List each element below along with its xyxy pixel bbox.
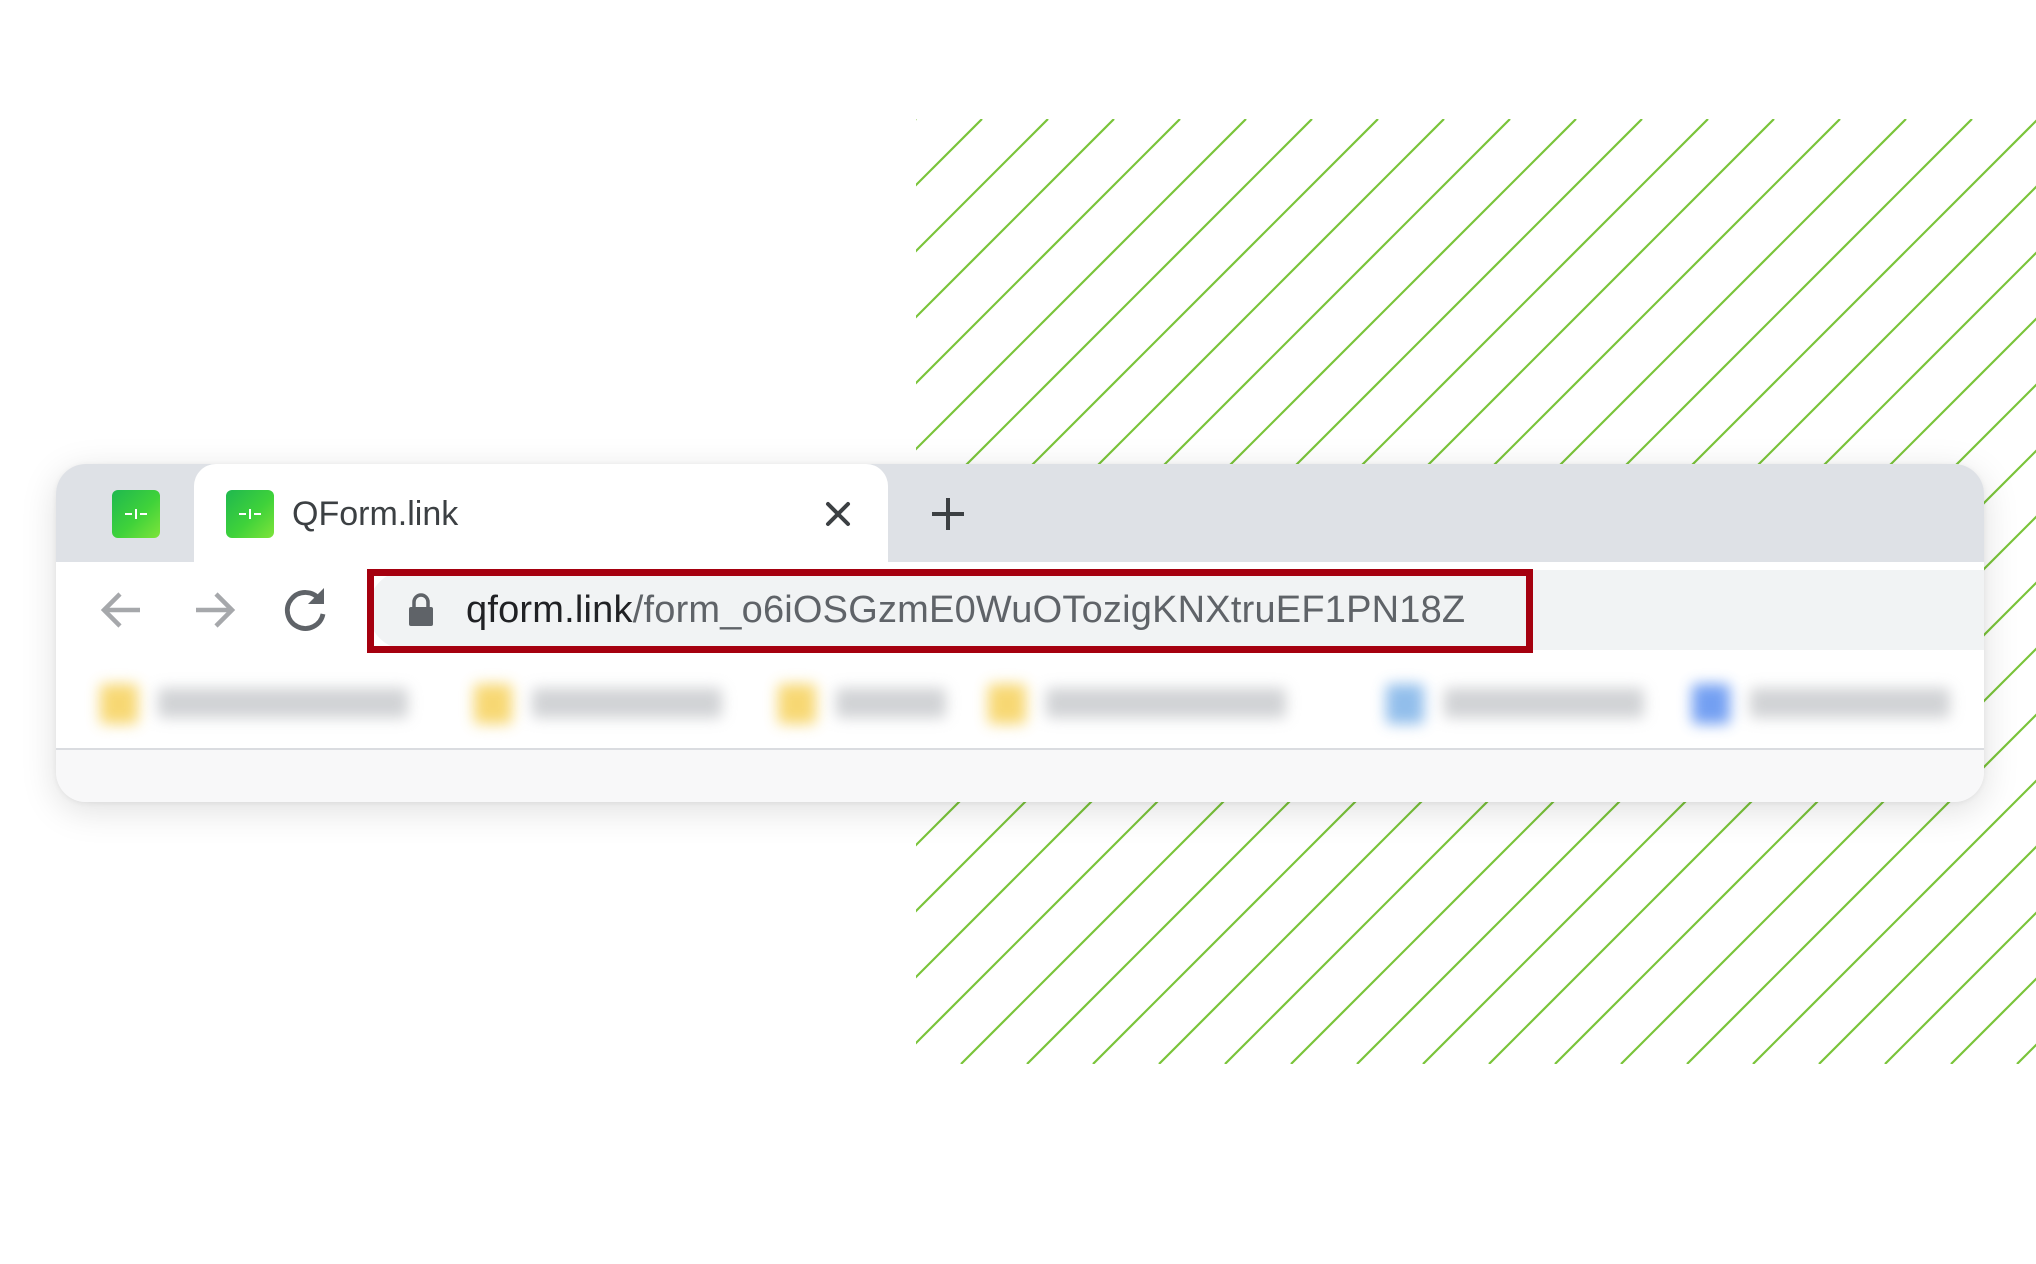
bookmark-item[interactable] [778,682,958,726]
bookmark-item[interactable] [988,682,1298,726]
folder-icon [988,684,1026,724]
browser-window: QForm.link qform.link/form_o6iOSGzmE0WuO… [56,464,1984,802]
url-highlight-box [367,569,1533,653]
arrow-left-icon[interactable] [94,582,150,638]
pinned-tab[interactable] [112,490,162,540]
bookmark-label-blurred [1444,688,1644,718]
qform-favicon-icon [226,490,274,538]
bookmark-item[interactable] [474,682,734,726]
bookmark-item[interactable] [100,682,430,726]
tab-qform-link[interactable]: QForm.link [194,464,888,562]
bookmark-label-blurred [158,688,408,718]
folder-icon [474,684,512,724]
folder-icon [100,684,138,724]
screenshot-canvas: QForm.link qform.link/form_o6iOSGzmE0WuO… [0,0,2036,1264]
plus-icon[interactable] [924,490,972,538]
reload-icon[interactable] [278,582,334,638]
bookmarks-bar [56,656,1984,750]
page-content-area [56,750,1984,802]
site-icon [1692,684,1730,724]
bookmark-item[interactable] [1386,682,1656,726]
bookmark-label-blurred [1046,688,1286,718]
tab-strip: QForm.link [56,464,1984,562]
navigation-toolbar: qform.link/form_o6iOSGzmE0WuOTozigKNXtru… [56,562,1984,656]
folder-icon [778,684,816,724]
tab-title: QForm.link [292,495,459,533]
site-icon [1386,684,1424,724]
bookmark-label-blurred [1750,688,1950,718]
bookmark-label-blurred [836,688,946,718]
bookmark-label-blurred [532,688,722,718]
bookmark-item[interactable] [1692,682,1962,726]
arrow-right-icon[interactable] [186,582,242,638]
close-icon[interactable] [820,496,856,532]
qform-favicon-icon [112,490,160,538]
